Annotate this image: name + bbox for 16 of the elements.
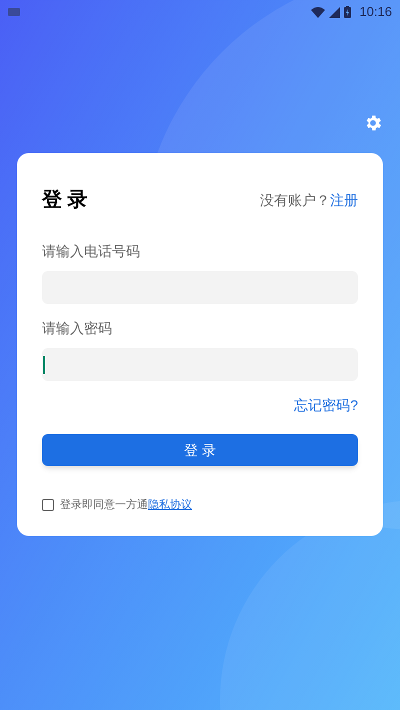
- login-title: 登 录: [42, 188, 88, 213]
- input-field[interactable]: [42, 348, 358, 381]
- login-button[interactable]: 登 录: [42, 434, 358, 466]
- signup-prompt: 没有账户？: [260, 190, 330, 210]
- keyboard-icon: [8, 8, 20, 16]
- signal-icon: [329, 6, 340, 18]
- field-label: 请输入密码: [42, 319, 113, 338]
- agreement-checkbox[interactable]: [42, 499, 54, 512]
- battery-icon: [344, 6, 352, 18]
- wifi-icon: [311, 6, 326, 18]
- agreement-text: 登录即同意一方通隐私协议: [60, 498, 192, 513]
- privacy-link[interactable]: 隐私协议: [148, 499, 192, 511]
- field-label: 请输入电话号码: [42, 242, 141, 261]
- signup-link[interactable]: 注册: [330, 190, 358, 210]
- status-time: 10:16: [359, 3, 392, 22]
- forgot-password-link[interactable]: 忘记密码?: [294, 395, 358, 416]
